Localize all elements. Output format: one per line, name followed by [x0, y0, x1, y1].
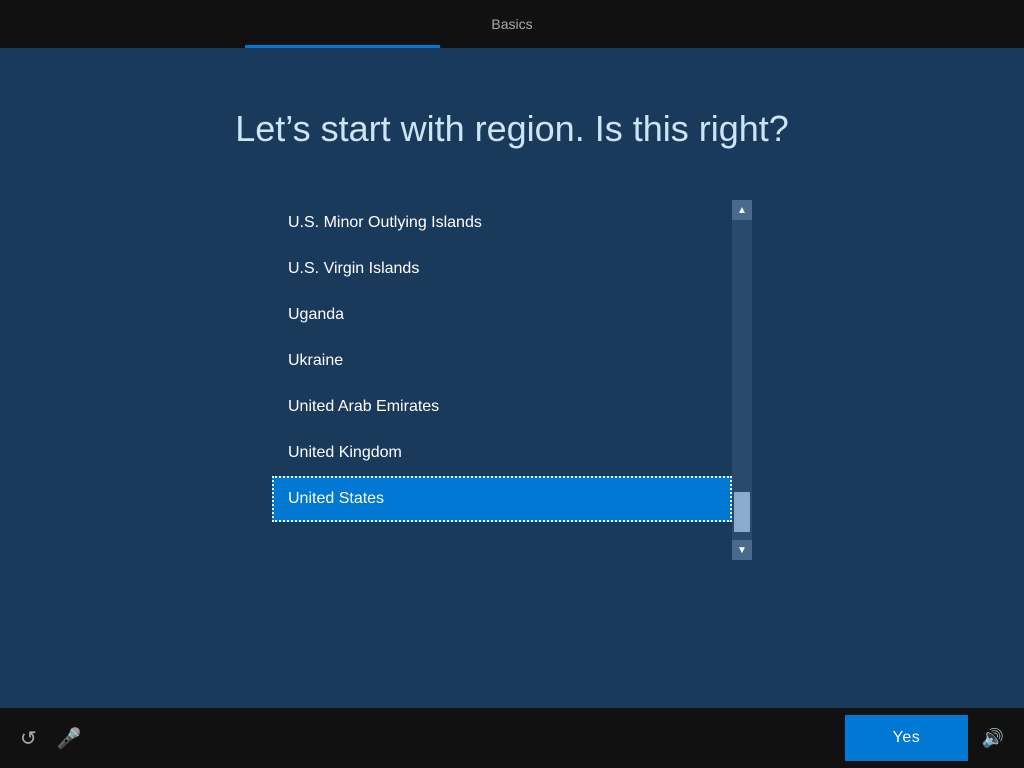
- page-heading: Let’s start with region. Is this right?: [235, 108, 789, 150]
- bottom-bar: ↺ 🎤 Yes 🔊: [0, 708, 1024, 768]
- list-item-ukraine[interactable]: Ukraine: [272, 338, 732, 384]
- microphone-icon[interactable]: 🎤: [57, 726, 82, 751]
- scrollbar-thumb-area: [732, 220, 752, 540]
- list-item-us-virgin[interactable]: U.S. Virgin Islands: [272, 246, 732, 292]
- top-bar: Basics: [0, 0, 1024, 48]
- scroll-up-arrow[interactable]: ▲: [732, 200, 752, 220]
- bottom-right-icons: Yes 🔊: [845, 715, 1004, 761]
- scroll-down-arrow[interactable]: ▼: [732, 540, 752, 560]
- volume-icon[interactable]: 🔊: [982, 728, 1004, 749]
- top-bar-title: Basics: [491, 16, 532, 32]
- list-container: U.S. Minor Outlying IslandsU.S. Virgin I…: [272, 200, 752, 560]
- list-item-uk[interactable]: United Kingdom: [272, 430, 732, 476]
- region-list[interactable]: U.S. Minor Outlying IslandsU.S. Virgin I…: [272, 200, 732, 560]
- list-item-us[interactable]: United States: [272, 476, 732, 522]
- main-content: Let’s start with region. Is this right? …: [0, 48, 1024, 708]
- list-item-us-minor[interactable]: U.S. Minor Outlying Islands: [272, 200, 732, 246]
- scrollbar-track[interactable]: ▲ ▼: [732, 200, 752, 560]
- list-item-uganda[interactable]: Uganda: [272, 292, 732, 338]
- yes-button[interactable]: Yes: [845, 715, 969, 761]
- list-item-uae[interactable]: United Arab Emirates: [272, 384, 732, 430]
- bottom-left-icons: ↺ 🎤: [20, 726, 82, 751]
- back-icon[interactable]: ↺: [20, 726, 37, 751]
- scrollbar-thumb[interactable]: [734, 492, 750, 532]
- top-bar-underline: [245, 45, 440, 48]
